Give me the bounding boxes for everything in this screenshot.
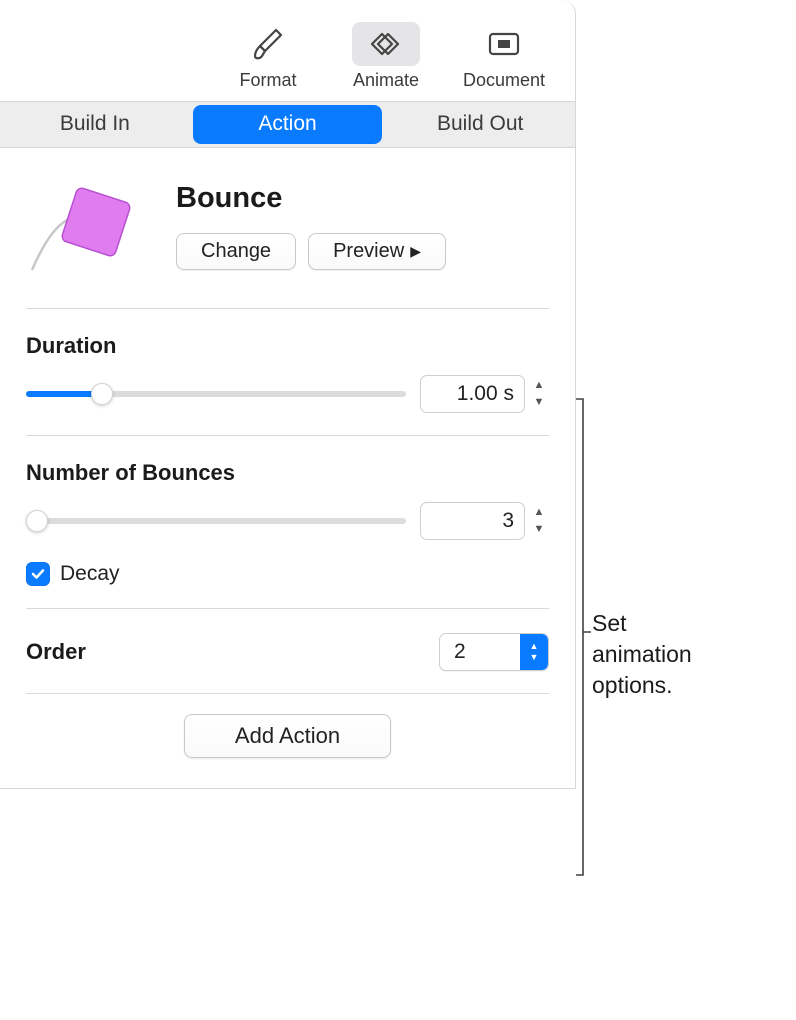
- animate-label: Animate: [353, 70, 419, 91]
- tab-build-out[interactable]: Build Out: [385, 102, 575, 147]
- effect-header: Bounce Change Preview ▶: [26, 148, 549, 308]
- order-section: Order 2 ▲▼: [26, 609, 549, 693]
- bounces-section: Number of Bounces ▲ ▼: [26, 436, 549, 608]
- chevron-down-icon[interactable]: ▼: [529, 395, 549, 411]
- effect-thumbnail: [26, 182, 156, 282]
- document-toolbar-item[interactable]: Document: [449, 22, 559, 91]
- callout-text: Set animation options.: [592, 608, 692, 701]
- bounces-stepper[interactable]: ▲ ▼: [529, 505, 549, 538]
- duration-slider[interactable]: [26, 385, 406, 403]
- bounces-label: Number of Bounces: [26, 460, 549, 486]
- chevron-down-icon[interactable]: ▼: [529, 522, 549, 538]
- decay-checkbox[interactable]: [26, 562, 50, 586]
- duration-section: Duration ▲ ▼: [26, 309, 549, 435]
- change-button[interactable]: Change: [176, 233, 296, 270]
- format-toolbar-item[interactable]: Format: [213, 22, 323, 91]
- format-label: Format: [239, 70, 296, 91]
- document-label: Document: [463, 70, 545, 91]
- duration-field[interactable]: [420, 375, 525, 413]
- select-arrows-icon: ▲▼: [520, 634, 548, 670]
- order-value: 2: [440, 634, 520, 670]
- bounces-field[interactable]: [420, 502, 525, 540]
- top-toolbar: Format Animate Document: [0, 0, 575, 102]
- diamond-icon: [352, 22, 420, 66]
- brush-icon: [234, 22, 302, 66]
- tab-build-in[interactable]: Build In: [0, 102, 190, 147]
- chevron-up-icon[interactable]: ▲: [529, 378, 549, 394]
- add-action-button[interactable]: Add Action: [184, 714, 391, 758]
- duration-stepper[interactable]: ▲ ▼: [529, 378, 549, 411]
- bounces-slider[interactable]: [26, 512, 406, 530]
- decay-label: Decay: [60, 562, 120, 586]
- inspector-panel: Format Animate Document: [0, 0, 576, 789]
- preview-button[interactable]: Preview ▶: [308, 233, 446, 270]
- animate-toolbar-item[interactable]: Animate: [331, 22, 441, 91]
- duration-label: Duration: [26, 333, 549, 359]
- change-button-label: Change: [201, 240, 271, 263]
- chevron-up-icon[interactable]: ▲: [529, 505, 549, 521]
- effect-name: Bounce: [176, 182, 549, 215]
- order-label: Order: [26, 639, 86, 665]
- tab-action[interactable]: Action: [193, 105, 383, 144]
- doc-icon: [470, 22, 538, 66]
- play-icon: ▶: [410, 243, 421, 260]
- build-tabs: Build In Action Build Out: [0, 102, 575, 148]
- order-select[interactable]: 2 ▲▼: [439, 633, 549, 671]
- preview-button-label: Preview: [333, 240, 404, 263]
